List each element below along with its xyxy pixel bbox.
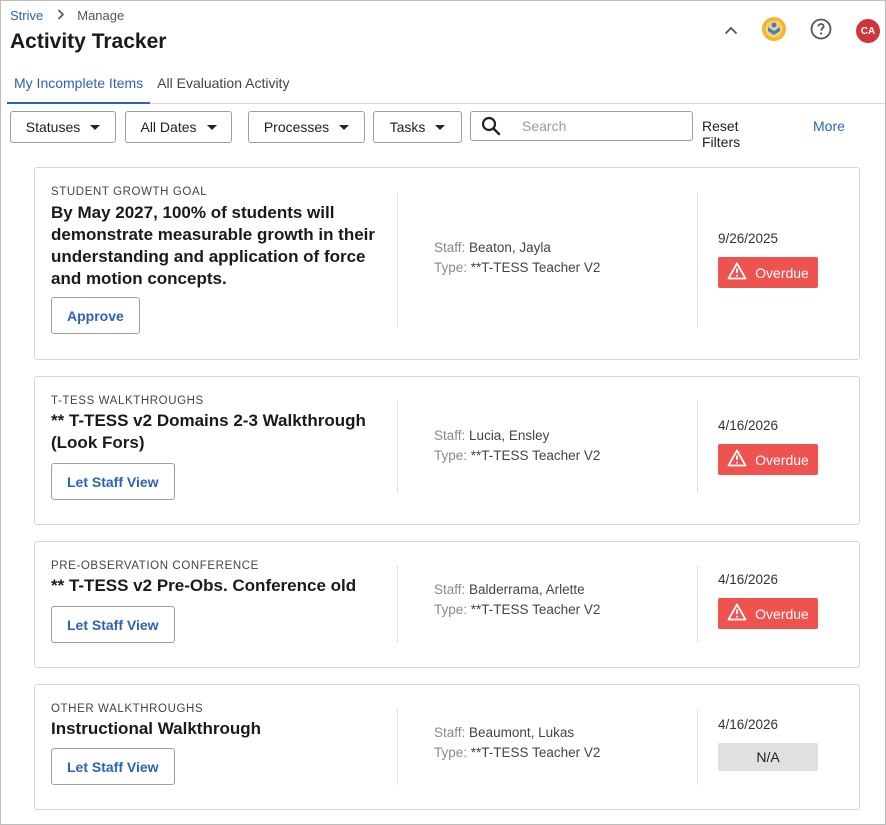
reset-filters-button[interactable]: Reset Filters bbox=[702, 118, 740, 150]
warning-triangle-icon bbox=[727, 262, 747, 283]
staff-label: Staff: bbox=[434, 428, 466, 443]
staff-label: Staff: bbox=[434, 725, 466, 740]
approve-button[interactable]: Approve bbox=[51, 297, 140, 334]
type-info: Type: **T-TESS Teacher V2 bbox=[434, 602, 600, 617]
type-value: **T-TESS Teacher V2 bbox=[470, 448, 601, 463]
chevron-right-icon bbox=[57, 8, 65, 23]
type-value: **T-TESS Teacher V2 bbox=[470, 260, 601, 275]
statuses-dropdown[interactable]: Statuses bbox=[10, 111, 116, 143]
activity-card: OTHER WALKTHROUGHS Instructional Walkthr… bbox=[34, 684, 860, 810]
let-staff-view-button[interactable]: Let Staff View bbox=[51, 748, 175, 785]
staff-info: Staff: Beaumont, Lukas bbox=[434, 725, 574, 740]
staff-info: Staff: Beaton, Jayla bbox=[434, 240, 551, 255]
staff-name: Beaton, Jayla bbox=[469, 240, 551, 255]
status-badge: Overdue bbox=[718, 257, 818, 288]
staff-name: Beaumont, Lukas bbox=[469, 725, 575, 740]
dates-dropdown[interactable]: All Dates bbox=[125, 111, 232, 143]
tab-bar: My Incomplete Items All Evaluation Activ… bbox=[7, 63, 885, 104]
status-badge: Overdue bbox=[718, 598, 818, 629]
warning-triangle-icon bbox=[727, 603, 747, 624]
due-date: 4/16/2026 bbox=[718, 418, 779, 433]
tasks-dropdown-label: Tasks bbox=[389, 119, 426, 135]
card-divider bbox=[697, 566, 698, 642]
breadcrumb-current: Manage bbox=[77, 8, 125, 23]
collapse-button[interactable] bbox=[717, 17, 745, 45]
warning-triangle-icon bbox=[727, 449, 747, 470]
help-button[interactable] bbox=[807, 17, 835, 45]
breadcrumb: Strive Manage bbox=[10, 8, 124, 23]
type-label: Type: bbox=[434, 602, 468, 617]
staff-name: Lucia, Ensley bbox=[469, 428, 550, 443]
activity-category: OTHER WALKTHROUGHS bbox=[51, 703, 204, 715]
activity-card: T-TESS WALKTHROUGHS ** T-TESS v2 Domains… bbox=[34, 376, 860, 525]
achievement-button[interactable] bbox=[760, 16, 788, 47]
due-date: 4/16/2026 bbox=[718, 717, 779, 732]
card-divider bbox=[397, 566, 398, 642]
type-info: Type: **T-TESS Teacher V2 bbox=[434, 260, 600, 275]
type-label: Type: bbox=[434, 260, 468, 275]
caret-down-icon bbox=[339, 124, 350, 130]
activity-title: ** T-TESS v2 Pre-Obs. Conference old bbox=[51, 576, 357, 595]
type-label: Type: bbox=[434, 448, 468, 463]
status-text: Overdue bbox=[755, 605, 809, 622]
user-avatar[interactable]: CA bbox=[856, 19, 880, 43]
help-circle-icon bbox=[810, 18, 832, 45]
activity-category: T-TESS WALKTHROUGHS bbox=[51, 395, 204, 407]
activity-category: STUDENT GROWTH GOAL bbox=[51, 186, 208, 198]
activity-title: Instructional Walkthrough bbox=[51, 719, 261, 738]
card-divider bbox=[397, 192, 398, 327]
activity-card: STUDENT GROWTH GOAL By May 2027, 100% of… bbox=[34, 167, 860, 360]
type-info: Type: **T-TESS Teacher V2 bbox=[434, 448, 600, 463]
status-text: Overdue bbox=[755, 451, 809, 468]
app-window: Strive Manage Activity Tracker CA My Inc… bbox=[0, 0, 886, 825]
statuses-dropdown-label: Statuses bbox=[25, 119, 81, 135]
status-badge: Overdue bbox=[718, 444, 818, 475]
search-icon bbox=[471, 116, 510, 136]
status-text: Overdue bbox=[755, 264, 809, 281]
search-box bbox=[470, 111, 693, 141]
type-info: Type: **T-TESS Teacher V2 bbox=[434, 745, 600, 760]
tasks-dropdown[interactable]: Tasks bbox=[373, 111, 462, 143]
let-staff-view-button[interactable]: Let Staff View bbox=[51, 463, 175, 500]
caret-down-icon bbox=[435, 124, 446, 130]
due-date: 4/16/2026 bbox=[718, 572, 779, 587]
page-title: Activity Tracker bbox=[10, 30, 167, 53]
status-badge: N/A bbox=[718, 743, 818, 771]
activity-title: By May 2027, 100% of students will demon… bbox=[51, 203, 376, 288]
staff-info: Staff: Lucia, Ensley bbox=[434, 428, 549, 443]
status-text: N/A bbox=[756, 749, 780, 765]
card-divider bbox=[397, 401, 398, 493]
tab-all-evaluation-activity[interactable]: All Evaluation Activity bbox=[150, 63, 296, 104]
card-divider bbox=[697, 709, 698, 785]
staff-name: Balderrama, Arlette bbox=[469, 582, 585, 597]
more-button[interactable]: More bbox=[813, 118, 845, 134]
chevron-up-icon bbox=[724, 22, 738, 40]
award-badge-icon bbox=[761, 16, 787, 47]
type-label: Type: bbox=[434, 745, 468, 760]
due-date: 9/26/2025 bbox=[718, 231, 779, 246]
let-staff-view-button[interactable]: Let Staff View bbox=[51, 606, 175, 643]
tab-my-incomplete-items[interactable]: My Incomplete Items bbox=[7, 63, 151, 104]
staff-info: Staff: Balderrama, Arlette bbox=[434, 582, 585, 597]
type-value: **T-TESS Teacher V2 bbox=[470, 745, 601, 760]
dates-dropdown-label: All Dates bbox=[140, 119, 197, 135]
card-divider bbox=[397, 709, 398, 785]
processes-dropdown-label: Processes bbox=[263, 119, 330, 135]
breadcrumb-root-link[interactable]: Strive bbox=[10, 8, 43, 23]
processes-dropdown[interactable]: Processes bbox=[248, 111, 365, 143]
card-divider bbox=[697, 192, 698, 327]
card-divider bbox=[697, 401, 698, 493]
caret-down-icon bbox=[90, 124, 101, 130]
type-value: **T-TESS Teacher V2 bbox=[470, 602, 601, 617]
activity-card: PRE-OBSERVATION CONFERENCE ** T-TESS v2 … bbox=[34, 541, 860, 668]
caret-down-icon bbox=[206, 124, 217, 130]
search-input[interactable] bbox=[522, 118, 692, 134]
staff-label: Staff: bbox=[434, 240, 466, 255]
staff-label: Staff: bbox=[434, 582, 466, 597]
activity-category: PRE-OBSERVATION CONFERENCE bbox=[51, 560, 259, 572]
activity-title: ** T-TESS v2 Domains 2-3 Walkthrough (Lo… bbox=[51, 411, 366, 452]
